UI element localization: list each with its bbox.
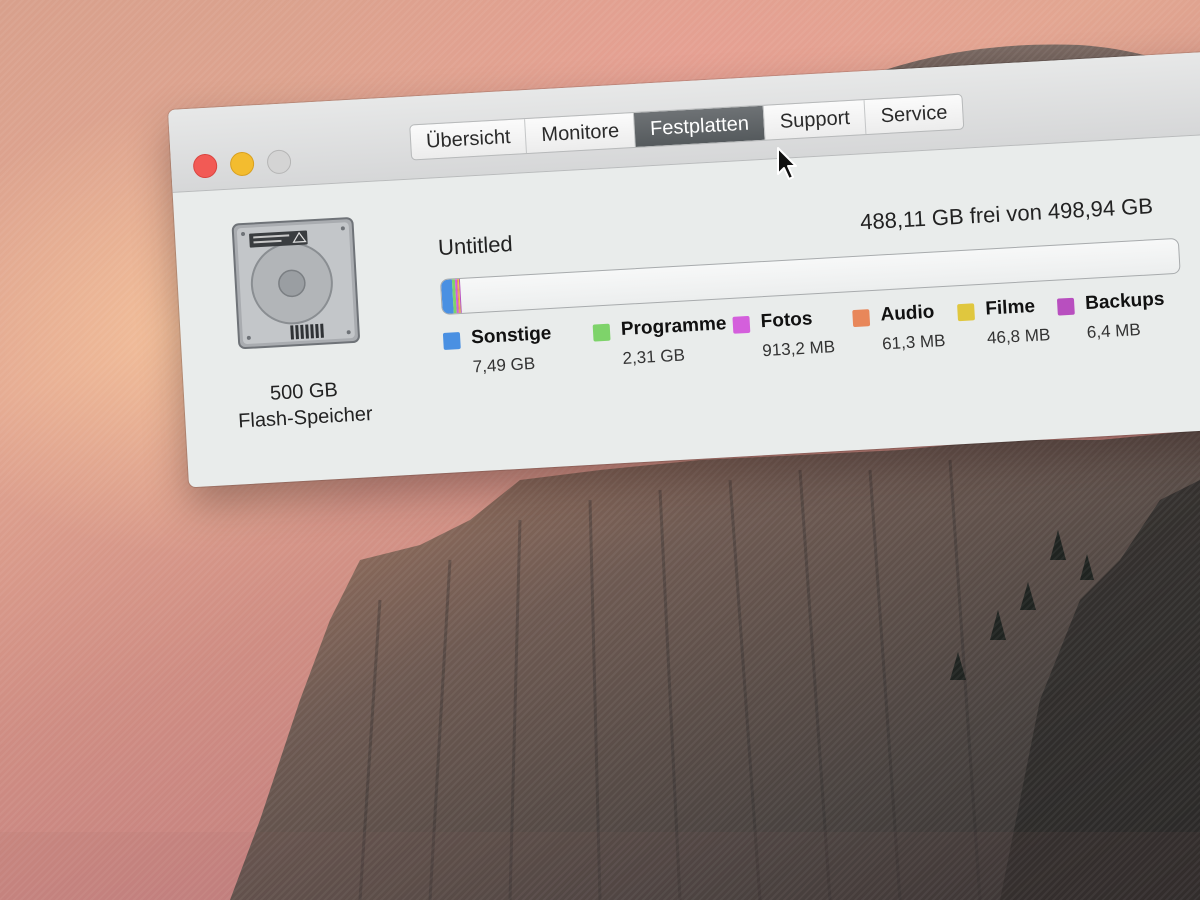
tab-support[interactable]: Support <box>763 100 867 140</box>
legend-name: Filme <box>984 295 1036 320</box>
tab-storage[interactable]: Festplatten <box>634 105 766 147</box>
segmented-tab-control: Übersicht Monitore Festplatten Support S… <box>409 93 965 161</box>
zoom-window-button[interactable] <box>266 149 292 175</box>
system-information-window: Übersicht Monitore Festplatten Support S… <box>168 50 1200 488</box>
tab-displays[interactable]: Monitore <box>525 112 637 154</box>
legend-size: 46,8 MB <box>986 325 1051 348</box>
legend-size: 6,4 MB <box>1086 320 1142 343</box>
legend-swatch <box>732 315 751 334</box>
tab-service[interactable]: Service <box>865 95 963 134</box>
legend-swatch <box>1056 297 1075 316</box>
legend-name: Fotos <box>760 308 813 333</box>
legend-size: 2,31 GB <box>622 345 686 368</box>
desktop-bottom <box>0 832 1200 900</box>
legend-swatch <box>852 309 871 328</box>
legend-size: 913,2 MB <box>761 337 836 361</box>
minimize-window-button[interactable] <box>229 151 255 177</box>
legend-swatch <box>442 332 461 350</box>
hard-drive-icon <box>231 217 360 350</box>
free-space-summary: 488,11 GB frei von 498,94 GB <box>859 193 1154 235</box>
legend-size: 61,3 MB <box>881 330 946 354</box>
close-window-button[interactable] <box>192 153 218 179</box>
tab-overview[interactable]: Übersicht <box>410 119 528 160</box>
pointer-cursor-icon <box>777 147 797 180</box>
volume-name: Untitled <box>437 230 514 261</box>
legend-name: Audio <box>879 301 935 326</box>
legend-name: Sonstige <box>470 322 552 349</box>
legend-name: Backups <box>1084 288 1165 315</box>
legend-swatch <box>957 303 975 322</box>
legend-size: 7,49 GB <box>472 353 536 377</box>
legend-swatch <box>592 323 611 342</box>
storage-panel: 500 GB Flash-Speicher Untitled 488,11 GB… <box>173 133 1200 488</box>
disk-description: 500 GB Flash-Speicher <box>223 374 386 435</box>
legend-name: Programme <box>620 313 727 341</box>
